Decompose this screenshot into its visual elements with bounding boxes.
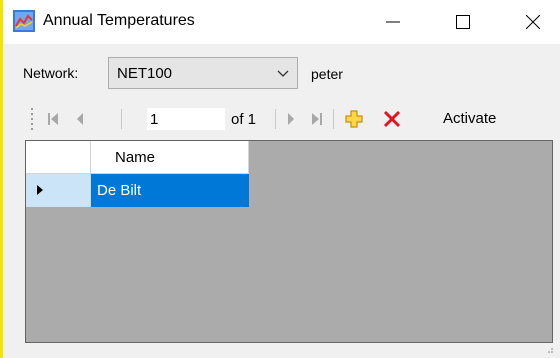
app-chart-icon <box>13 10 35 32</box>
resize-grip-icon[interactable] <box>544 344 554 354</box>
current-row-arrow-icon <box>37 185 43 195</box>
move-last-icon <box>312 113 322 125</box>
add-new-icon <box>345 110 363 128</box>
maximize-button[interactable] <box>440 0 486 44</box>
column-header-name[interactable]: Name <box>91 141 249 174</box>
toolbar-separator <box>275 109 276 129</box>
close-button[interactable] <box>510 0 556 44</box>
move-previous-button[interactable] <box>72 109 88 129</box>
activate-button[interactable]: Activate <box>443 110 496 127</box>
move-next-icon <box>288 113 294 125</box>
toolbar-separator <box>121 109 122 129</box>
network-select[interactable]: NET100 <box>108 57 298 89</box>
delete-icon <box>383 110 401 128</box>
move-next-button[interactable] <box>283 109 299 129</box>
maximize-icon <box>456 15 470 29</box>
cell-value: De Bilt <box>97 182 142 199</box>
toolbar-grip[interactable] <box>31 108 34 130</box>
column-header-label: Name <box>115 149 156 166</box>
move-last-button[interactable] <box>309 109 325 129</box>
add-new-button[interactable] <box>343 109 365 129</box>
position-input[interactable] <box>147 108 225 130</box>
grid-cell-name[interactable]: De Bilt <box>91 174 249 207</box>
minimize-button[interactable] <box>370 0 416 44</box>
network-value: NET100 <box>117 65 173 82</box>
window-title: Annual Temperatures <box>43 12 195 29</box>
row-header[interactable] <box>26 174 91 207</box>
toolbar-separator <box>333 109 334 129</box>
network-label: Network: <box>23 65 79 81</box>
user-label: peter <box>311 66 343 82</box>
title-bar[interactable]: Annual Temperatures <box>3 0 560 44</box>
count-label: of 1 <box>231 111 257 128</box>
app-window: Annual Temperatures Network: NET100 pete… <box>0 0 560 358</box>
move-first-button[interactable] <box>45 109 61 129</box>
delete-button[interactable] <box>381 109 403 129</box>
chevron-down-icon <box>277 70 289 77</box>
binding-navigator-toolbar: of 1 Activate <box>25 104 555 134</box>
minimize-icon <box>386 21 400 23</box>
move-previous-icon <box>77 113 83 125</box>
move-first-icon <box>48 113 58 125</box>
grid-corner-header[interactable] <box>26 141 91 174</box>
data-grid[interactable]: Name De Bilt <box>25 140 553 343</box>
close-icon <box>526 15 540 29</box>
